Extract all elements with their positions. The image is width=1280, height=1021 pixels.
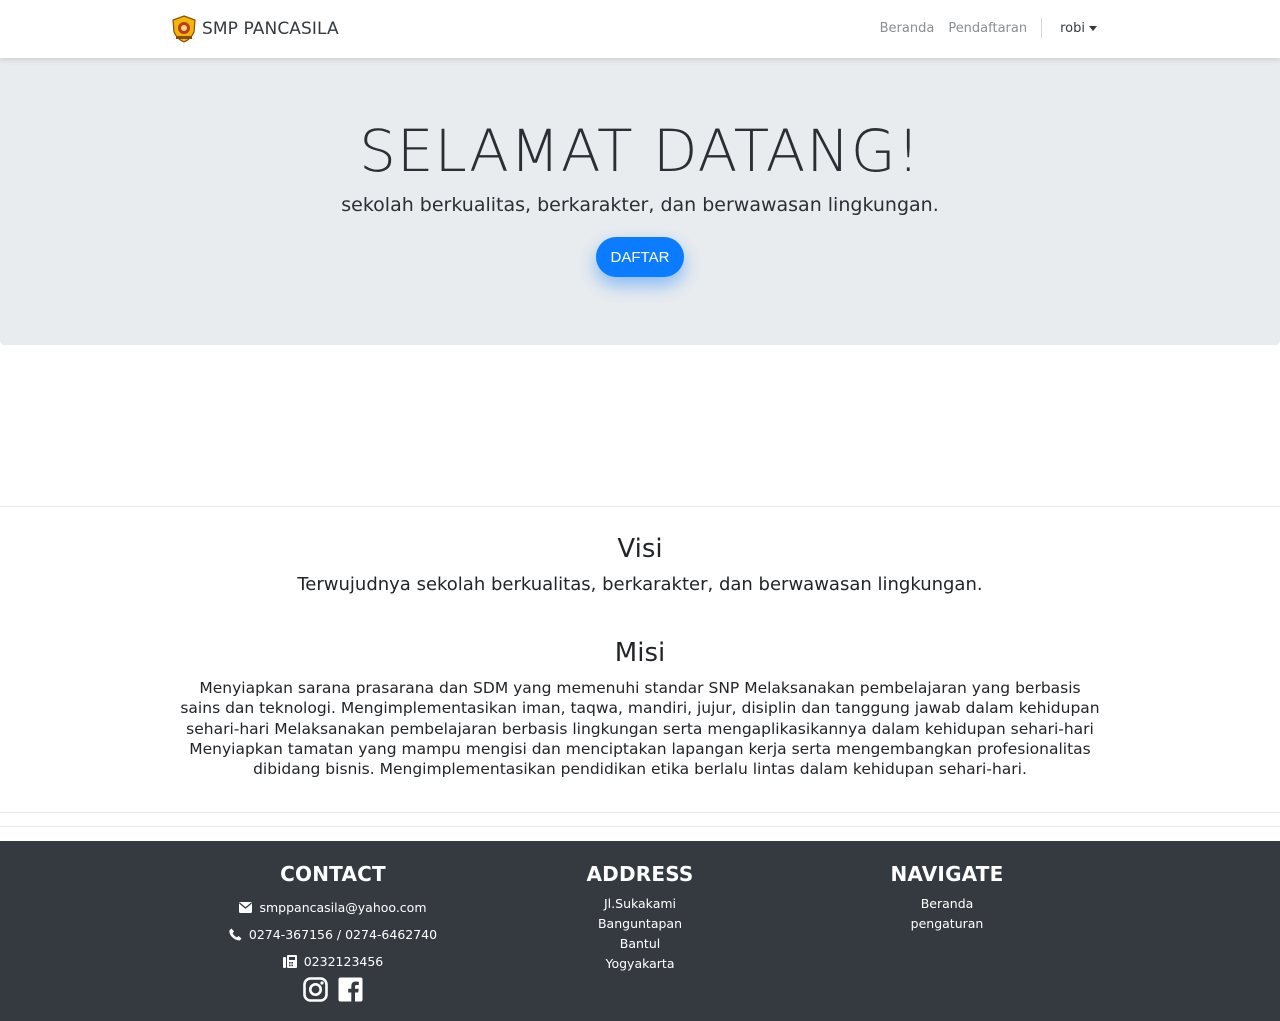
address-line: Jl.Sukakami (604, 896, 676, 911)
footer-navigate: NAVIGATE Beranda pengaturan (827, 841, 1067, 934)
phone-icon (229, 928, 242, 941)
address-line: Yogyakarta (605, 956, 675, 971)
footer-contact: CONTACT smppancasila@yahoo.com 0274-3671… (213, 841, 453, 1002)
nav-link-beranda[interactable]: Beranda (880, 21, 935, 36)
caret-down-icon (1089, 25, 1097, 31)
user-dropdown[interactable]: robi (1060, 21, 1097, 36)
footer-address: ADDRESS Jl.Sukakami Banguntapan Bantul Y… (520, 841, 760, 974)
social-links (213, 977, 453, 1002)
nav-menu: Beranda Pendaftaran robi (866, 17, 1097, 39)
school-logo-icon (172, 15, 196, 43)
hero-title: SELAMAT DATANG! (359, 117, 921, 185)
contact-heading: CONTACT (280, 862, 386, 886)
address-line: Bantul (619, 936, 661, 951)
contact-email[interactable]: smppancasila@yahoo.com (213, 894, 453, 921)
nav-link-pendaftaran[interactable]: Pendaftaran (948, 21, 1027, 36)
footer-link-beranda[interactable]: Beranda (827, 894, 1067, 914)
contact-phone[interactable]: 0274-367156 / 0274-6462740 (213, 921, 453, 948)
section-divider-top (0, 506, 1280, 507)
navbar: SMP PANCASILA Beranda Pendaftaran robi (0, 0, 1280, 58)
daftar-button[interactable]: DAFTAR (596, 237, 684, 277)
footer: CONTACT smppancasila@yahoo.com 0274-3671… (0, 841, 1280, 1021)
address-line: Banguntapan (597, 916, 682, 931)
section-divider-bottom (0, 812, 1280, 813)
instagram-icon[interactable] (303, 977, 328, 1002)
section-divider-footer (0, 826, 1280, 827)
visi-heading: Visi (617, 534, 663, 564)
brand[interactable]: SMP PANCASILA (171, 14, 339, 44)
misi-heading: Misi (614, 638, 666, 668)
footer-link-pengaturan[interactable]: pengaturan (827, 914, 1067, 934)
contact-phone-text: 0274-367156 / 0274-6462740 (248, 927, 438, 942)
contact-fax-text: 0232123456 (303, 954, 384, 969)
contact-email-text: smppancasila@yahoo.com (259, 900, 427, 915)
fax-icon (282, 955, 297, 968)
address-heading: ADDRESS (586, 862, 694, 886)
hero-jumbotron: SELAMAT DATANG! sekolah berkualitas, ber… (0, 58, 1280, 345)
nav-divider (1041, 18, 1043, 38)
user-name: robi (1060, 20, 1085, 36)
envelope-icon (239, 902, 253, 913)
brand-name: SMP PANCASILA (202, 19, 339, 39)
navigate-heading: NAVIGATE (890, 862, 1004, 886)
hero-subtitle: sekolah berkualitas, berkarakter, dan be… (341, 194, 939, 216)
contact-fax: 0232123456 (213, 948, 453, 975)
misi-text: Menyiapkan sarana prasarana dan SDM yang… (180, 679, 1100, 779)
visi-text: Terwujudnya sekolah berkualitas, berkara… (297, 574, 983, 595)
facebook-icon[interactable] (338, 977, 363, 1002)
